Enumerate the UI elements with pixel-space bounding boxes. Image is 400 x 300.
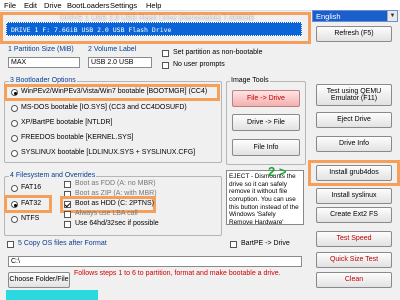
bartpe-checkbox[interactable] — [230, 241, 237, 248]
bootloader-label-freedos: FREEDOS bootable [KERNEL.SYS] — [21, 134, 134, 141]
drive-info-button[interactable]: Drive Info — [316, 136, 392, 152]
no-prompts-label: No user prompts — [173, 61, 225, 68]
bootloader-label-winpe: WinPEv2/WinPEv3/Vista/Win7 bootable [BOO… — [21, 88, 208, 95]
menu-file[interactable]: File — [4, 1, 16, 10]
clean-button[interactable]: Clean — [316, 272, 392, 288]
partition-size-input[interactable]: MAX — [8, 57, 80, 68]
override-hdd-label: Boot as HDD (C: 2PTNS) — [75, 200, 154, 207]
test-qemu-button[interactable]: Test using QEMU Emulator (F11) — [316, 84, 392, 106]
bootloader-radio-syslinux[interactable] — [11, 150, 18, 157]
install-syslinux-button[interactable]: Install syslinux — [316, 188, 392, 204]
bootloader-radio-xp[interactable] — [11, 120, 18, 127]
bootloader-group-title: 3 Bootloader Options — [9, 77, 77, 84]
language-select[interactable]: English ▼ — [312, 10, 398, 22]
bootloader-radio-freedos[interactable] — [11, 135, 18, 142]
filesystem-group-title: 4 Filesystem and Overrides — [9, 172, 97, 179]
bootloader-label-syslinux: SYSLINUX bootable [LDLINUX.SYS + SYSLINU… — [21, 149, 196, 156]
no-prompts-checkbox[interactable] — [162, 62, 169, 69]
menu-bootloaders[interactable]: BootLoaders — [67, 1, 110, 10]
file-to-drive-button[interactable]: File -> Drive — [232, 90, 300, 107]
copy-os-label: 5 Copy OS files after Format — [18, 240, 107, 247]
quick-size-test-button[interactable]: Quick Size Test — [316, 252, 392, 268]
file-info-button[interactable]: File Info — [232, 139, 300, 156]
menu-drive[interactable]: Drive — [44, 1, 62, 10]
override-lba-label: Always use LBA call — [75, 210, 138, 217]
language-value: English — [316, 12, 341, 21]
step-2-marker: 2 > — [268, 164, 287, 179]
fs-radio-fat16[interactable] — [11, 185, 18, 192]
bootloader-label-xp: XP/BartPE bootable [NTLDR] — [21, 119, 113, 126]
volume-label-label: 2 Volume Label — [88, 46, 137, 53]
chevron-down-icon: ▼ — [387, 11, 397, 21]
refresh-button[interactable]: Refresh (F5) — [316, 26, 392, 42]
fs-radio-fat32[interactable] — [11, 201, 18, 208]
choose-folder-button[interactable]: Choose Folder/File — [8, 272, 70, 288]
override-lba-checkbox[interactable] — [64, 211, 71, 218]
drive-title: DRIVE 1 USB 2.0 USB Flash Drive [Removab… — [60, 13, 255, 22]
drive-list-selected[interactable]: DRIVE 1 F: 7.6GiB USB 2.0 USB Flash Driv… — [6, 22, 302, 36]
install-grub4dos-button[interactable]: Install grub4dos — [316, 165, 392, 181]
status-text: Follows steps 1 to 6 to partition, forma… — [74, 270, 281, 277]
fs-label-ntfs: NTFS — [21, 215, 40, 222]
override-64hd-label: Use 64hd/32sec if possible — [75, 220, 159, 227]
override-hdd-checkbox[interactable] — [64, 201, 71, 208]
menu-help[interactable]: Help — [146, 1, 161, 10]
test-speed-button[interactable]: Test Speed — [316, 231, 392, 247]
fs-label-fat32: FAT32 — [21, 200, 42, 207]
partition-size-label: 1 Partition Size (MiB) — [8, 46, 74, 53]
cyan-highlight — [6, 290, 98, 300]
bootloader-radio-winpe[interactable] — [11, 89, 18, 96]
override-fdd-label: Boot as FDD (A: no MBR) — [75, 180, 156, 187]
menu-edit[interactable]: Edit — [24, 1, 37, 10]
eject-info-text: EJECT - Dismounts the drive so it can sa… — [226, 170, 304, 225]
set-nonbootable-label: Set partition as non-bootable — [173, 49, 263, 56]
bootloader-label-msdos: MS-DOS bootable [IO.SYS] (CC3 and CC4DOS… — [21, 104, 187, 111]
source-path-input[interactable]: C:\ — [8, 256, 302, 267]
menu-settings[interactable]: Settings — [110, 1, 137, 10]
set-nonbootable-checkbox[interactable] — [162, 50, 169, 57]
volume-label-input[interactable]: USB 2.0 USB — [88, 57, 152, 68]
fs-label-fat16: FAT16 — [21, 184, 42, 191]
override-fdd-checkbox[interactable] — [64, 181, 71, 188]
copy-os-checkbox[interactable] — [7, 241, 14, 248]
override-64hd-checkbox[interactable] — [64, 221, 71, 228]
fs-radio-ntfs[interactable] — [11, 216, 18, 223]
bootloader-radio-msdos[interactable] — [11, 105, 18, 112]
create-ext2-button[interactable]: Create Ext2 FS — [316, 207, 392, 223]
image-tools-title: Image Tools — [230, 77, 270, 84]
eject-drive-button[interactable]: Eject Drive — [316, 112, 392, 128]
bartpe-label: BartPE -> Drive — [241, 240, 290, 247]
drive-to-file-button[interactable]: Drive -> File — [232, 114, 300, 131]
